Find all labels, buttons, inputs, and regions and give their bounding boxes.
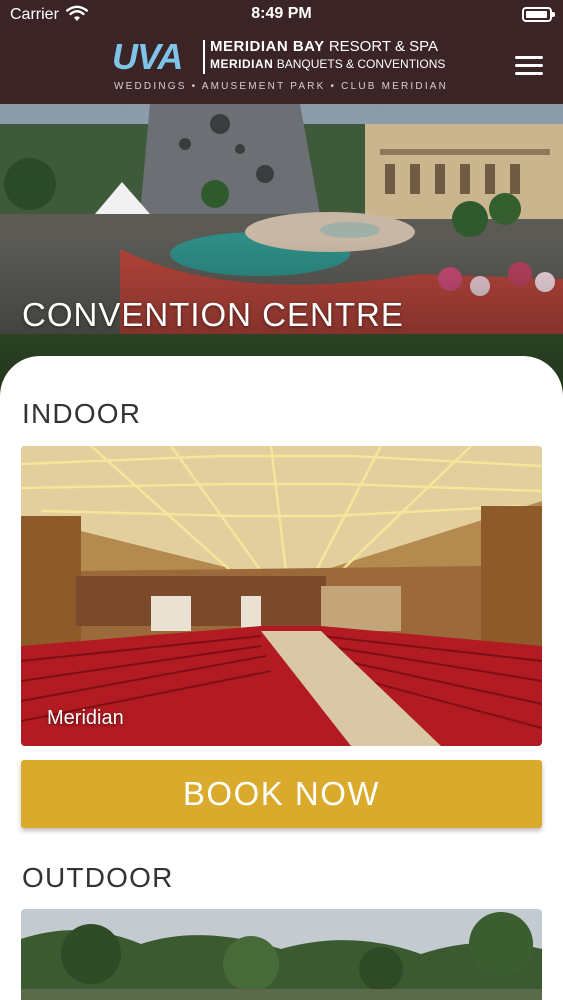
indoor-section-title: INDOOR (22, 398, 142, 429)
logo-line-1-bold: MERIDIAN BAY (210, 38, 325, 55)
logo-tagline: WEDDINGS • AMUSEMENT PARK • CLUB MERIDIA… (114, 81, 449, 92)
logo-divider (203, 40, 205, 74)
content-panel: INDOOR Meridian BOOK NOW OUTDOOR (0, 356, 563, 1000)
book-now-button[interactable]: BOOK NOW (21, 760, 542, 828)
menu-bar-bottom (515, 72, 543, 75)
outdoor-section-title: OUTDOOR (22, 862, 174, 893)
hamburger-menu-icon[interactable] (515, 56, 543, 76)
app-header: Carrier 8:49 PM UVA MERIDIAN BAY RESORT … (0, 0, 563, 104)
outdoor-venue-photo (21, 909, 542, 1000)
logo-line-1: MERIDIAN BAY RESORT & SPA (210, 38, 438, 55)
logo-line-2: MERIDIAN BANQUETS & CONVENTIONS (210, 57, 445, 71)
page-title: CONVENTION CENTRE (22, 296, 404, 333)
venue-caption: Meridian (47, 707, 124, 729)
logo-line-2-bold: MERIDIAN (210, 57, 274, 71)
clock-time: 8:49 PM (251, 5, 312, 22)
status-bar: Carrier 8:49 PM (0, 0, 563, 30)
brand-logo[interactable]: UVA MERIDIAN BAY RESORT & SPA MERIDIAN B… (110, 34, 455, 96)
logo-line-2-rest: BANQUETS & CONVENTIONS (276, 57, 446, 71)
logo-line-1-rest: RESORT & SPA (328, 38, 439, 55)
outdoor-venue-card[interactable] (21, 909, 542, 1000)
indoor-hall-photo (21, 446, 542, 746)
indoor-venue-card[interactable]: Meridian (21, 446, 542, 746)
menu-bar-middle (515, 64, 543, 67)
battery-icon (522, 7, 555, 22)
menu-bar-top (515, 56, 543, 59)
logo-uva-text: UVA (112, 36, 183, 77)
